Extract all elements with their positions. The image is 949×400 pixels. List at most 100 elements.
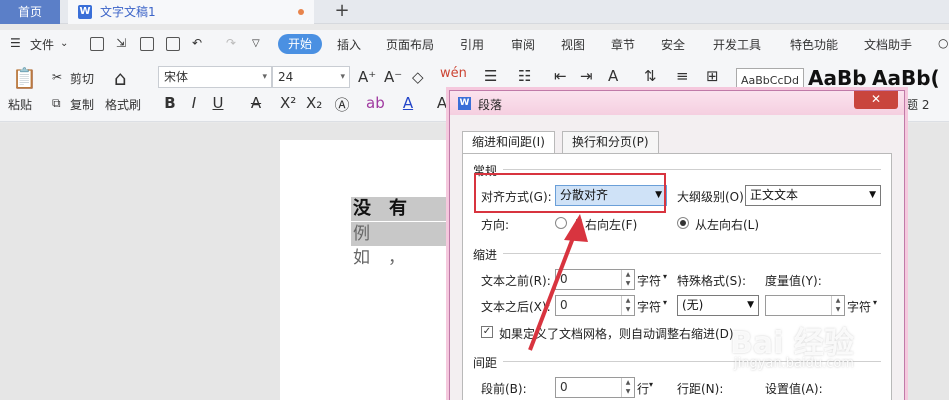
menu-references[interactable]: 引用 — [460, 36, 484, 53]
search-icon[interactable]: ○ — [938, 36, 948, 50]
dialog-title-bar[interactable]: W 段落 — [450, 91, 904, 115]
menu-review[interactable]: 审阅 — [511, 36, 535, 53]
bold-icon[interactable]: B — [162, 94, 178, 112]
menu-file[interactable]: 文件 — [30, 36, 54, 53]
close-button[interactable]: ✕ — [854, 91, 898, 109]
font-family-select[interactable]: 宋体 ▾ — [158, 66, 272, 88]
divider — [503, 169, 881, 170]
auto-adjust-checkbox[interactable]: ✓ — [481, 326, 493, 338]
chevron-down-icon[interactable]: ▾ — [663, 298, 667, 307]
cut-button[interactable]: 剪切 — [70, 70, 94, 87]
chevron-down-icon[interactable]: ▾ — [873, 298, 877, 307]
line-spacing-icon[interactable]: ≡ — [676, 67, 689, 85]
watermark-url: jingyan.baidu.com — [734, 356, 854, 371]
paste-button[interactable]: 粘贴 — [8, 96, 32, 113]
space-before-value: 0 — [560, 380, 568, 394]
scissors-icon[interactable]: ✂ — [52, 70, 62, 84]
superscript-icon[interactable]: X² — [280, 94, 296, 112]
ltr-label[interactable]: 从左向右(L) — [695, 216, 759, 233]
numbered-list-icon[interactable]: ☷ — [518, 67, 531, 85]
text-effect-icon[interactable]: Ⓐ — [334, 94, 350, 115]
chevron-down-icon[interactable]: ▾ — [649, 380, 653, 389]
section-indent: 缩进 — [473, 248, 498, 262]
font-color-icon[interactable]: A — [400, 94, 416, 112]
strikethrough-icon[interactable]: A — [248, 94, 264, 112]
hamburger-icon[interactable]: ☰ — [10, 36, 21, 50]
menu-insert[interactable]: 插入 — [337, 36, 361, 53]
annotation-arrow-icon — [528, 214, 588, 351]
menu-view[interactable]: 视图 — [561, 36, 585, 53]
menu-bar: ☰ 文件 ⌄ ⇲ ↶ ↷ ▽ 开始 插入 页面布局 引用 审阅 视图 章节 安全… — [0, 30, 949, 58]
chevron-down-icon: ▾ — [340, 72, 345, 82]
unit-char-select[interactable]: 字符 — [637, 272, 661, 289]
menu-features[interactable]: 特色功能 — [790, 36, 838, 53]
more-icon[interactable]: ▽ — [252, 38, 260, 49]
menu-section[interactable]: 章节 — [611, 36, 635, 53]
italic-icon[interactable]: I — [186, 94, 202, 112]
measure-unit-select[interactable]: 字符 — [847, 298, 871, 315]
spin-arrows-icon[interactable]: ▲ ▼ — [831, 296, 844, 315]
paste-icon[interactable]: 📋 — [12, 66, 37, 90]
export-icon[interactable]: ⇲ — [116, 36, 126, 50]
space-before-spinner[interactable]: 0 ▲ ▼ — [555, 377, 635, 398]
redo-icon[interactable]: ↷ — [226, 36, 236, 50]
chevron-down-icon: ▼ — [747, 300, 754, 310]
selected-text-line2[interactable]: 例如， — [351, 222, 451, 268]
highlight-icon[interactable]: ab — [366, 94, 385, 112]
grow-font-icon[interactable]: A⁺ — [358, 68, 376, 86]
increase-indent-icon[interactable]: ⇥ — [580, 67, 593, 85]
setting-value-label: 设置值(A): — [765, 382, 823, 396]
ltr-radio[interactable] — [677, 217, 689, 229]
char-shading-icon[interactable]: A — [434, 94, 450, 112]
format-painter-button[interactable]: 格式刷 — [105, 96, 141, 113]
print-preview-icon[interactable] — [166, 37, 180, 51]
style-heading1[interactable]: AaBb — [808, 66, 867, 90]
spin-arrows-icon[interactable]: ▲ ▼ — [621, 270, 634, 289]
style-heading2[interactable]: AaBb( — [872, 66, 940, 90]
menu-developer[interactable]: 开发工具 — [713, 36, 761, 53]
outline-level-label: 大纲级别(O): — [677, 190, 748, 204]
wps-writer-icon: W — [78, 5, 92, 19]
measure-label: 度量值(Y): — [765, 274, 822, 288]
tab-document[interactable]: W 文字文稿1 — [68, 0, 314, 24]
new-tab-button[interactable]: + — [332, 0, 352, 24]
spin-arrows-icon[interactable]: ▲ ▼ — [621, 296, 634, 315]
sort-icon[interactable]: ⇅ — [644, 67, 657, 85]
tab-line-page-breaks[interactable]: 换行和分页(P) — [562, 131, 659, 153]
menu-start[interactable]: 开始 — [278, 34, 322, 54]
save-icon[interactable] — [90, 37, 104, 51]
copy-button[interactable]: 复制 — [70, 96, 94, 113]
print-icon[interactable] — [140, 37, 154, 51]
font-size-select[interactable]: 24 ▾ — [272, 66, 350, 88]
menu-security[interactable]: 安全 — [661, 36, 685, 53]
subscript-icon[interactable]: X₂ — [306, 94, 322, 112]
unit-char-select[interactable]: 字符 — [637, 298, 661, 315]
chevron-down-icon[interactable]: ▾ — [663, 272, 667, 281]
style-heading2-label: 题 2 — [906, 98, 930, 112]
pinyin-icon[interactable]: wén — [440, 66, 467, 81]
font-family-value: 宋体 — [164, 70, 189, 84]
spin-arrows-icon[interactable]: ▲ ▼ — [621, 378, 634, 397]
shrink-font-icon[interactable]: A⁻ — [384, 68, 402, 86]
decrease-indent-icon[interactable]: ⇤ — [554, 67, 567, 85]
chevron-down-icon[interactable]: ⌄ — [60, 38, 68, 49]
underline-icon[interactable]: U — [210, 94, 226, 112]
clear-format-icon[interactable]: ◇ — [412, 68, 424, 86]
borders-icon[interactable]: ⊞ — [706, 67, 719, 85]
undo-icon[interactable]: ↶ — [192, 36, 202, 50]
outline-level-select[interactable]: 正文文本 ▼ — [745, 185, 881, 206]
menu-page-layout[interactable]: 页面布局 — [386, 36, 434, 53]
format-painter-icon[interactable]: ⌂ — [114, 66, 127, 90]
bullet-list-icon[interactable]: ☰ — [484, 67, 497, 85]
selected-text-line1[interactable]: 没有勇 — [351, 197, 451, 243]
tab-bar: 首页 W 文字文稿1 + — [0, 0, 949, 24]
dialog-title: 段落 — [478, 98, 503, 112]
text-direction-icon[interactable]: A — [608, 67, 618, 85]
menu-doc-assistant[interactable]: 文档助手 — [864, 36, 912, 53]
tab-home[interactable]: 首页 — [0, 0, 60, 24]
tab-indent-spacing[interactable]: 缩进和间距(I) — [462, 131, 555, 154]
special-format-select[interactable]: (无) ▼ — [677, 295, 759, 316]
copy-icon[interactable]: ⧉ — [52, 96, 61, 111]
unit-line-select[interactable]: 行 — [637, 380, 649, 397]
measure-spinner[interactable]: ▲ ▼ — [765, 295, 845, 316]
